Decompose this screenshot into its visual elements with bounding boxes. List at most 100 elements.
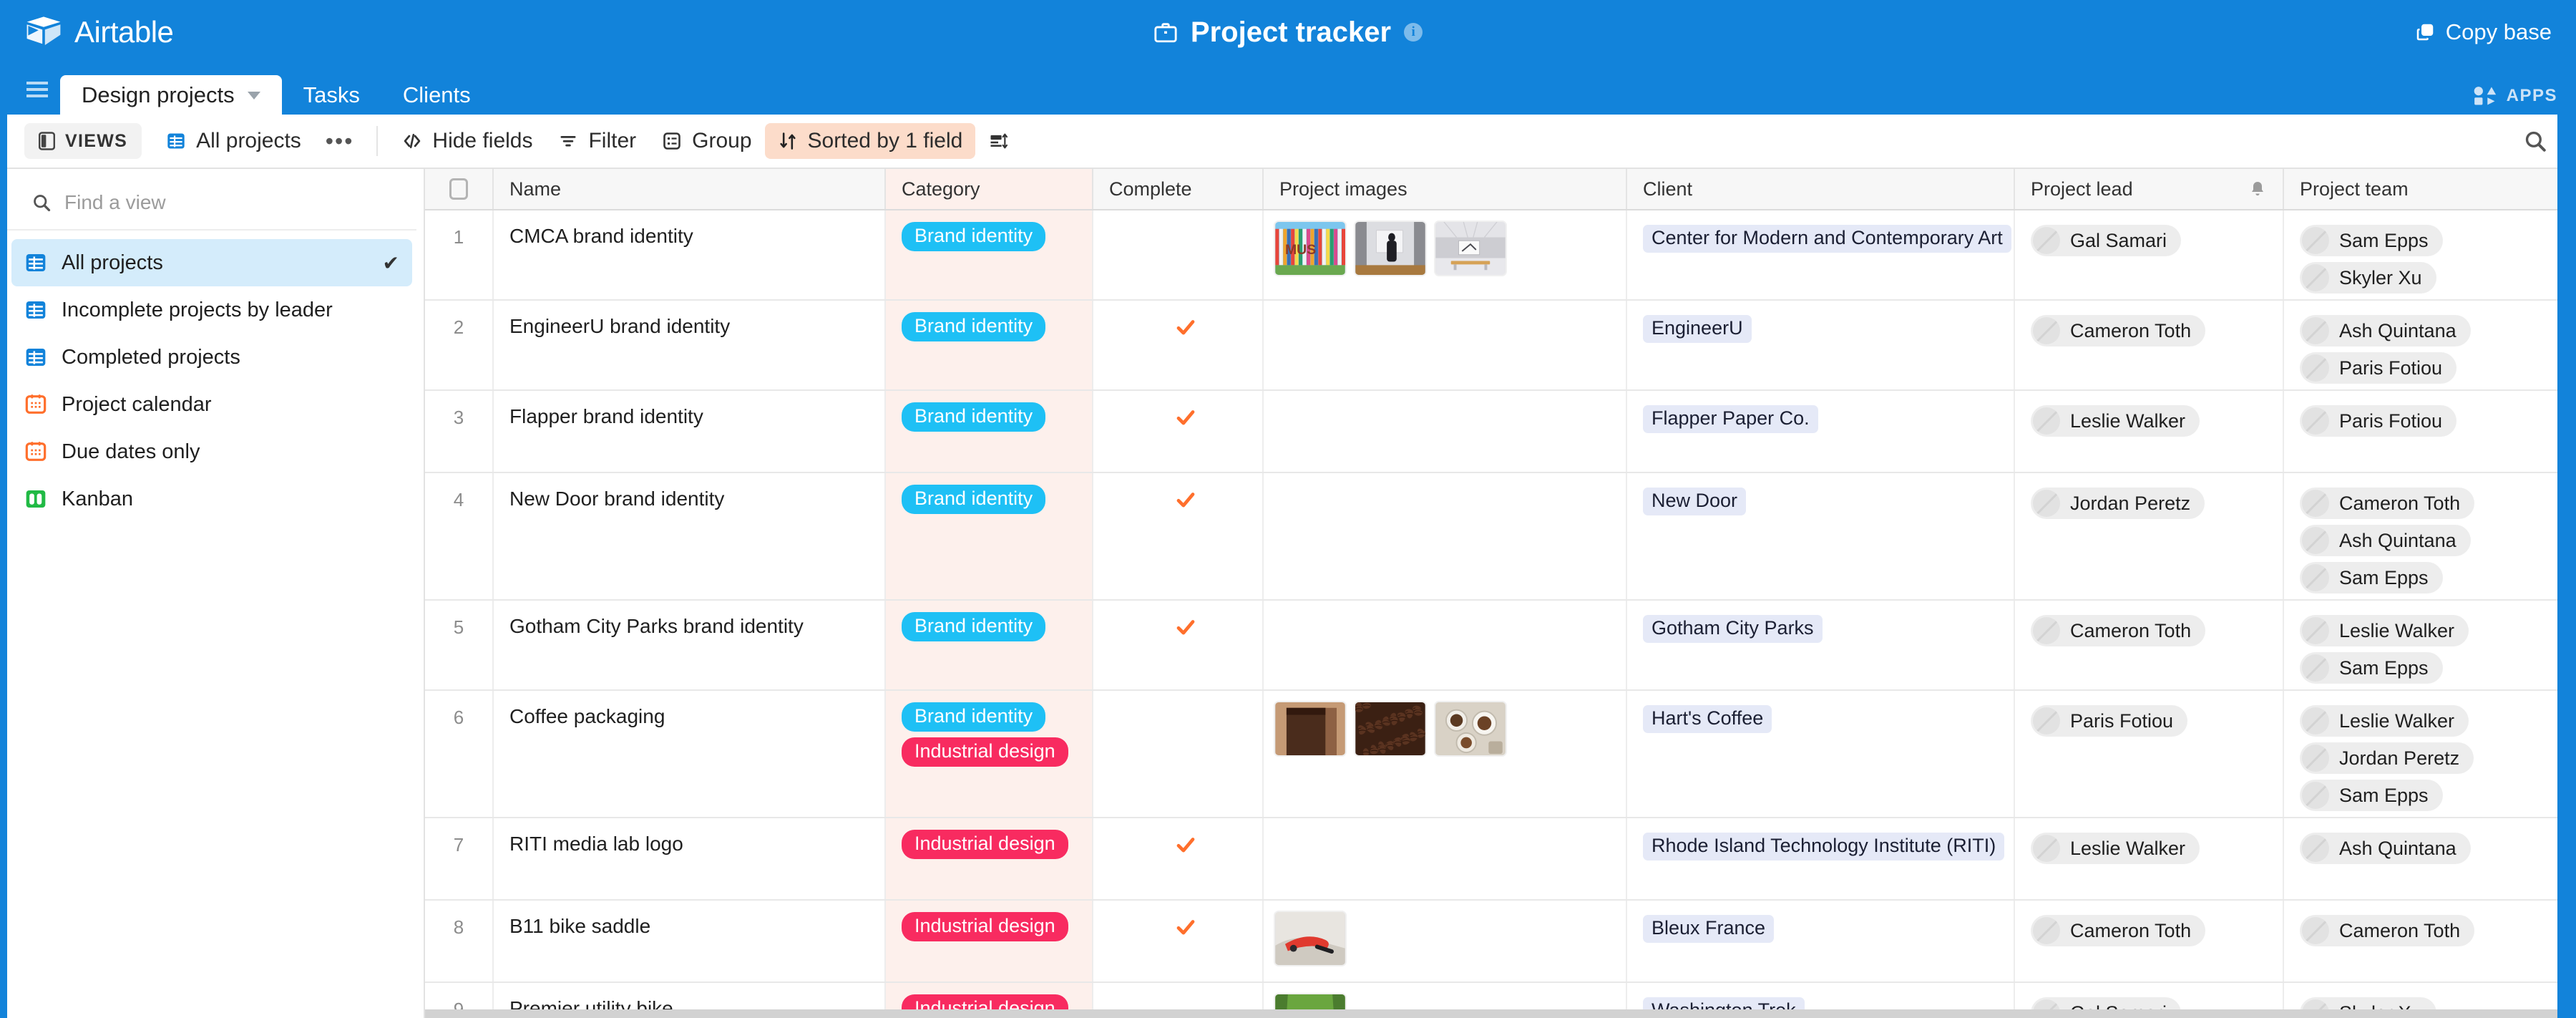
cell-project-team[interactable]: Leslie Walker Jordan Peretz Sam Epps [2284, 691, 2576, 817]
tab-clients[interactable]: Clients [381, 75, 492, 115]
cell-category[interactable]: Brand identity [886, 301, 1093, 389]
table-row[interactable]: 4 New Door brand identity Brand identity Ne… [425, 473, 2576, 601]
cell-complete[interactable] [1093, 210, 1264, 299]
sidebar-item-all-projects[interactable]: All projects ✔ [11, 239, 412, 286]
sort-button[interactable]: Sorted by 1 field [764, 123, 976, 159]
view-search-row[interactable] [7, 176, 416, 231]
cell-client[interactable]: Flapper Paper Co. [1627, 391, 2015, 472]
project-image-thumbnail[interactable] [1354, 701, 1427, 757]
cell-name[interactable]: RITI media lab logo [494, 818, 886, 899]
cell-project-team[interactable]: Cameron Toth [2284, 901, 2576, 981]
view-more-options-button[interactable]: ••• [314, 128, 366, 155]
cell-project-team[interactable]: Leslie Walker Sam Epps [2284, 601, 2576, 689]
column-header-name[interactable]: Name [494, 169, 886, 209]
cell-client[interactable]: Hart's Coffee [1627, 691, 2015, 817]
person-chip[interactable]: Ash Quintana [2300, 315, 2471, 346]
person-chip[interactable]: Leslie Walker [2300, 615, 2469, 646]
person-chip[interactable]: Ash Quintana [2300, 833, 2471, 864]
chevron-down-icon[interactable] [247, 91, 260, 100]
person-chip[interactable]: Skyler Xu [2300, 262, 2436, 294]
person-chip[interactable]: Leslie Walker [2300, 705, 2469, 737]
select-all-checkbox[interactable] [449, 178, 468, 200]
cell-category[interactable]: Brand identity Industrial design [886, 691, 1093, 817]
person-chip[interactable]: Sam Epps [2300, 652, 2443, 684]
row-height-button[interactable] [975, 123, 1021, 159]
cell-category[interactable]: Brand identity [886, 391, 1093, 472]
project-image-thumbnail[interactable]: MUS [1274, 220, 1347, 276]
search-input[interactable] [64, 191, 392, 214]
cell-name[interactable]: New Door brand identity [494, 473, 886, 599]
tab-design-projects[interactable]: Design projects [60, 75, 282, 115]
project-image-thumbnail[interactable] [1354, 220, 1427, 276]
project-image-thumbnail[interactable] [1434, 701, 1507, 757]
client-pill[interactable]: Rhode Island Technology Institute (RITI) [1643, 833, 2005, 861]
person-chip[interactable]: Leslie Walker [2031, 833, 2200, 864]
cell-project-images[interactable] [1264, 391, 1627, 472]
client-pill[interactable]: Bleux France [1643, 915, 1775, 943]
group-button[interactable]: Group [649, 123, 764, 159]
cell-complete[interactable] [1093, 601, 1264, 689]
cell-project-lead[interactable]: Cameron Toth [2015, 601, 2284, 689]
cell-name[interactable]: CMCA brand identity [494, 210, 886, 299]
cell-client[interactable]: EngineerU [1627, 301, 2015, 389]
person-chip[interactable]: Cameron Toth [2031, 915, 2206, 946]
tab-tasks[interactable]: Tasks [282, 75, 381, 115]
person-chip[interactable]: Sam Epps [2300, 562, 2443, 593]
cell-project-team[interactable]: Cameron Toth Ash Quintana Sam Epps [2284, 473, 2576, 599]
cell-category[interactable]: Brand identity [886, 473, 1093, 599]
cell-project-images[interactable] [1264, 473, 1627, 599]
cell-complete[interactable] [1093, 691, 1264, 817]
column-header-category[interactable]: Category [886, 169, 1093, 209]
client-pill[interactable]: Gotham City Parks [1643, 615, 1823, 643]
client-pill[interactable]: Flapper Paper Co. [1643, 405, 1818, 433]
cell-project-images[interactable]: MUS [1264, 210, 1627, 299]
cell-project-lead[interactable]: Cameron Toth [2015, 301, 2284, 389]
category-chip[interactable]: Industrial design [902, 912, 1068, 941]
select-all-header[interactable] [425, 169, 494, 209]
cell-name[interactable]: Gotham City Parks brand identity [494, 601, 886, 689]
copy-base-button[interactable]: Copy base [2414, 19, 2552, 45]
cell-complete[interactable] [1093, 818, 1264, 899]
cell-project-lead[interactable]: Gal Samari [2015, 210, 2284, 299]
cell-name[interactable]: Coffee packaging [494, 691, 886, 817]
cell-name[interactable]: B11 bike saddle [494, 901, 886, 981]
views-toggle-button[interactable]: VIEWS [24, 123, 142, 159]
sidebar-item-kanban[interactable]: Kanban [11, 475, 412, 523]
menu-icon[interactable] [21, 64, 53, 115]
table-row[interactable]: 6 Coffee packaging Brand identity Industria… [425, 691, 2576, 818]
person-chip[interactable]: Cameron Toth [2031, 315, 2206, 346]
table-row[interactable]: 2 EngineerU brand identity Brand identity E… [425, 301, 2576, 391]
table-row[interactable]: 5 Gotham City Parks brand identity Brand i… [425, 601, 2576, 691]
column-header-project-team[interactable]: Project team [2284, 169, 2576, 209]
info-icon[interactable]: i [1404, 23, 1423, 42]
current-view-button[interactable]: All projects [153, 123, 314, 159]
cell-project-lead[interactable]: Leslie Walker [2015, 818, 2284, 899]
cell-project-lead[interactable]: Cameron Toth [2015, 901, 2284, 981]
person-chip[interactable]: Cameron Toth [2300, 488, 2475, 519]
cell-category[interactable]: Brand identity [886, 601, 1093, 689]
cell-complete[interactable] [1093, 901, 1264, 981]
cell-project-lead[interactable]: Leslie Walker [2015, 391, 2284, 472]
cell-project-images[interactable] [1264, 301, 1627, 389]
project-image-thumbnail[interactable] [1434, 220, 1507, 276]
cell-project-team[interactable]: Ash Quintana [2284, 818, 2576, 899]
person-chip[interactable]: Sam Epps [2300, 780, 2443, 811]
column-header-client[interactable]: Client [1627, 169, 2015, 209]
cell-complete[interactable] [1093, 473, 1264, 599]
person-chip[interactable]: Gal Samari [2031, 225, 2182, 256]
category-chip[interactable]: Brand identity [902, 612, 1046, 641]
category-chip[interactable]: Brand identity [902, 702, 1046, 732]
cell-category[interactable]: Industrial design [886, 901, 1093, 981]
filter-button[interactable]: Filter [545, 123, 649, 159]
column-header-complete[interactable]: Complete [1093, 169, 1264, 209]
airtable-brand[interactable]: Airtable [24, 15, 174, 49]
cell-project-images[interactable] [1264, 818, 1627, 899]
person-chip[interactable]: Jordan Peretz [2300, 742, 2474, 774]
person-chip[interactable]: Cameron Toth [2031, 615, 2206, 646]
client-pill[interactable]: EngineerU [1643, 315, 1752, 343]
cell-project-team[interactable]: Ash Quintana Paris Fotiou [2284, 301, 2576, 389]
category-chip[interactable]: Brand identity [902, 402, 1046, 432]
category-chip[interactable]: Industrial design [902, 737, 1068, 767]
person-chip[interactable]: Cameron Toth [2300, 915, 2475, 946]
column-header-project-images[interactable]: Project images [1264, 169, 1627, 209]
